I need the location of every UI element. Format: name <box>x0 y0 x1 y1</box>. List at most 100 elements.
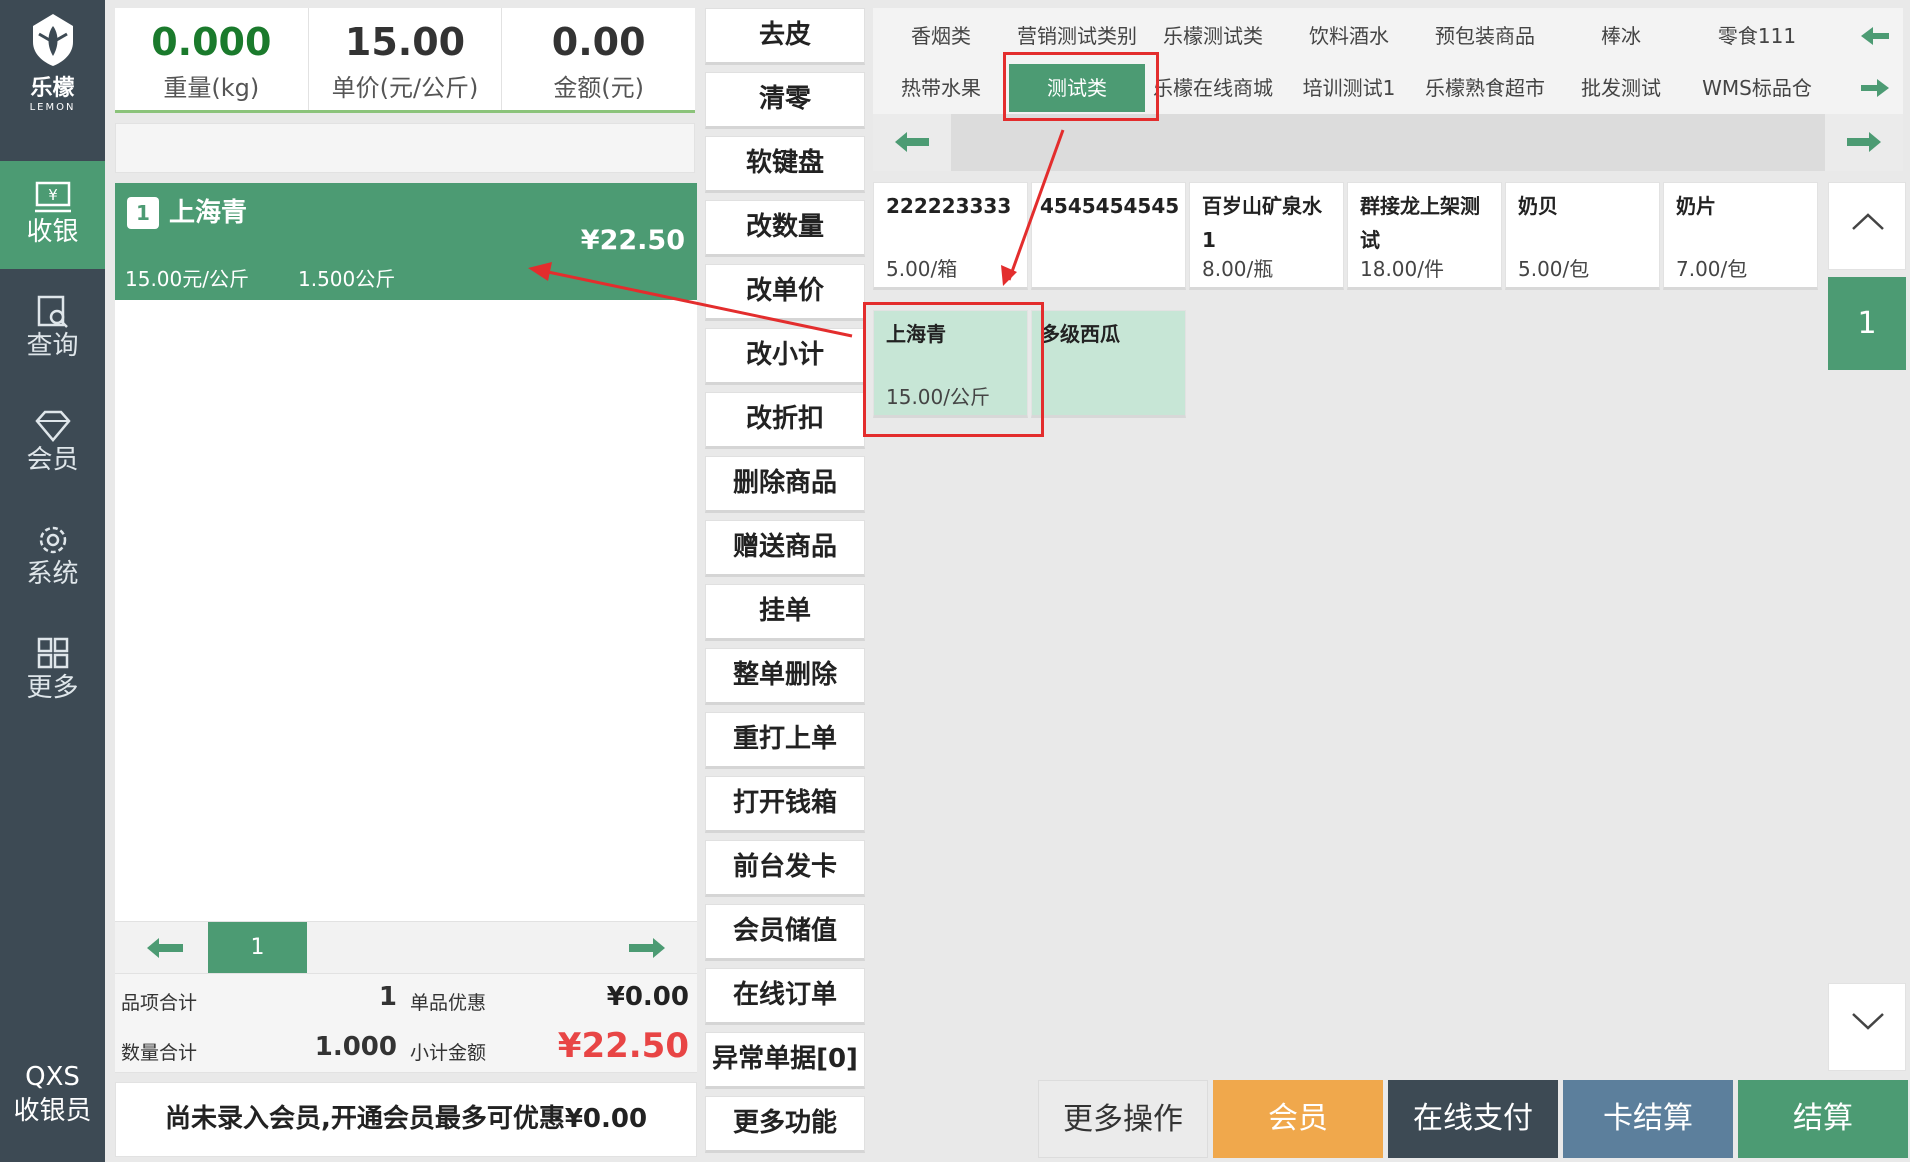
product-scroll-up[interactable] <box>1828 182 1906 270</box>
tab-category[interactable]: 乐檬熟食超市 <box>1417 64 1553 112</box>
nav-label: 系统 <box>26 559 79 589</box>
subcategory-bar <box>873 114 1903 171</box>
online-pay-button[interactable]: 在线支付 <box>1388 1080 1558 1158</box>
gift-item-button[interactable]: 赠送商品 <box>705 520 865 577</box>
chevron-up-icon <box>1852 213 1884 230</box>
change-subtotal-button[interactable]: 改小计 <box>705 328 865 385</box>
arrow-right-icon[interactable] <box>1851 64 1899 112</box>
product-card[interactable]: 222223333 5.00/箱 <box>873 182 1028 290</box>
product-name: 多级西瓜 <box>1040 322 1120 346</box>
arrow-left-icon[interactable] <box>145 934 185 962</box>
tab-category[interactable]: 零食111 <box>1689 12 1825 60</box>
tab-category[interactable]: 乐檬测试类 <box>1145 12 1281 60</box>
member-button[interactable]: 会员 <box>1213 1080 1383 1158</box>
member-topup-button[interactable]: 会员储值 <box>705 904 865 961</box>
product-card[interactable]: 百岁山矿泉水1 8.00/瓶 <box>1189 182 1344 290</box>
tab-category[interactable]: WMS标品仓 <box>1689 64 1825 112</box>
tab-category[interactable]: 培训测试1 <box>1281 64 1417 112</box>
subtotal-value: ¥22.50 <box>557 1026 689 1066</box>
arrow-right-icon[interactable] <box>627 934 667 962</box>
tare-button[interactable]: 去皮 <box>705 8 865 65</box>
soft-keyboard-button[interactable]: 软键盘 <box>705 136 865 193</box>
card-settle-button[interactable]: 卡结算 <box>1563 1080 1733 1158</box>
weight-label: 重量(kg) <box>163 74 260 102</box>
scale-display: 0.000 重量(kg) 15.00 单价(元/公斤) 0.00 金额(元) <box>115 8 695 113</box>
unit-price-value: 15.00 <box>344 20 466 64</box>
brand-sub: LEMON <box>29 102 76 113</box>
product-scroll-down[interactable] <box>1828 983 1906 1071</box>
cart-item-qty: 1.500公斤 <box>298 267 396 291</box>
tab-category[interactable]: 香烟类 <box>873 12 1009 60</box>
hold-order-button[interactable]: 挂单 <box>705 584 865 641</box>
user-role: 收银员 <box>13 1096 92 1126</box>
online-orders-button[interactable]: 在线订单 <box>705 968 865 1025</box>
change-price-button[interactable]: 改单价 <box>705 264 865 321</box>
product-name: 百岁山矿泉水1 <box>1202 194 1322 252</box>
cash-register-icon: ¥ <box>34 181 71 213</box>
product-price: 5.00/箱 <box>886 257 958 281</box>
tab-category[interactable]: 热带水果 <box>873 64 1009 112</box>
delete-order-button[interactable]: 整单删除 <box>705 648 865 705</box>
tab-category[interactable]: 乐檬在线商城 <box>1145 64 1281 112</box>
amount-cell: 0.00 金额(元) <box>502 8 695 110</box>
product-name: 奶片 <box>1676 194 1716 218</box>
nav-label: 会员 <box>26 445 79 475</box>
product-price: 8.00/瓶 <box>1202 257 1274 281</box>
nav-member[interactable]: 会员 <box>0 389 105 497</box>
tab-category[interactable]: 棒冰 <box>1553 12 1689 60</box>
nav-label: 收银 <box>26 217 79 247</box>
product-card[interactable]: 奶片 7.00/包 <box>1663 182 1818 290</box>
gear-icon <box>39 526 66 554</box>
subcategory-next[interactable] <box>1825 114 1903 171</box>
weight-cell: 0.000 重量(kg) <box>115 8 309 110</box>
brand-logo: 乐檬 LEMON <box>0 12 105 122</box>
diamond-icon <box>34 410 71 442</box>
weight-value: 0.000 <box>151 20 272 64</box>
nav-label: 更多 <box>26 673 79 703</box>
more-functions-button[interactable]: 更多功能 <box>705 1096 865 1153</box>
tab-category[interactable]: 批发测试 <box>1553 64 1689 112</box>
grid-icon <box>37 637 68 669</box>
product-card[interactable]: 4545454545 <box>1031 182 1186 290</box>
tab-category[interactable]: 预包装商品 <box>1417 12 1553 60</box>
sidebar: 乐檬 LEMON ¥ 收银 查询 会员 系统 更多 QXS 收银员 <box>0 0 105 1162</box>
product-price: 7.00/包 <box>1676 257 1748 281</box>
chevron-down-icon <box>1852 1013 1884 1030</box>
reprint-button[interactable]: 重打上单 <box>705 712 865 769</box>
amount-label: 金额(元) <box>553 74 645 102</box>
arrow-left-icon[interactable] <box>1851 12 1899 60</box>
brand-name: 乐檬 <box>30 76 75 101</box>
tab-category[interactable]: 饮料酒水 <box>1281 12 1417 60</box>
barcode-input[interactable] <box>115 123 695 173</box>
product-card[interactable]: 奶贝 5.00/包 <box>1505 182 1660 290</box>
nav-system[interactable]: 系统 <box>0 503 105 611</box>
lemon-logo-icon <box>32 14 73 66</box>
cart-summary: 品项合计 1 单品优惠 ¥0.00 数量合计 1.000 小计金额 ¥22.50 <box>115 973 697 1073</box>
nav-cashier[interactable]: ¥ 收银 <box>0 161 105 269</box>
summary-row-items: 品项合计 1 单品优惠 ¥0.00 <box>115 974 697 1024</box>
cart-item-unit-price: 15.00元/公斤 <box>125 267 249 291</box>
nav-query[interactable]: 查询 <box>0 275 105 383</box>
change-discount-button[interactable]: 改折扣 <box>705 392 865 449</box>
product-card[interactable]: 群接龙上架测试 18.00/件 <box>1347 182 1502 290</box>
user-info: QXS 收银员 <box>0 1060 105 1128</box>
unit-price-label: 单价(元/公斤) <box>331 74 479 102</box>
nav-more[interactable]: 更多 <box>0 617 105 725</box>
product-card[interactable]: 多级西瓜 <box>1031 310 1186 418</box>
issue-card-button[interactable]: 前台发卡 <box>705 840 865 897</box>
cart-item-total: ¥22.50 <box>580 225 685 256</box>
member-hint-bar[interactable]: 尚未录入会员,开通会员最多可优惠¥0.00 <box>115 1082 697 1157</box>
open-drawer-button[interactable]: 打开钱箱 <box>705 776 865 833</box>
product-name: 222223333 <box>886 194 1012 218</box>
cart-item[interactable]: 1 上海青 ¥22.50 15.00元/公斤 1.500公斤 <box>115 183 697 300</box>
more-actions-button[interactable]: 更多操作 <box>1038 1080 1208 1158</box>
zero-button[interactable]: 清零 <box>705 72 865 129</box>
cart-pager: 1 <box>115 921 697 974</box>
delete-item-button[interactable]: 删除商品 <box>705 456 865 513</box>
subcategory-prev[interactable] <box>873 114 951 171</box>
search-document-icon <box>37 295 68 328</box>
change-qty-button[interactable]: 改数量 <box>705 200 865 257</box>
checkout-button[interactable]: 结算 <box>1738 1080 1908 1158</box>
annotation-highlight-product <box>863 302 1044 437</box>
exception-orders-button[interactable]: 异常单据[0] <box>705 1032 865 1089</box>
